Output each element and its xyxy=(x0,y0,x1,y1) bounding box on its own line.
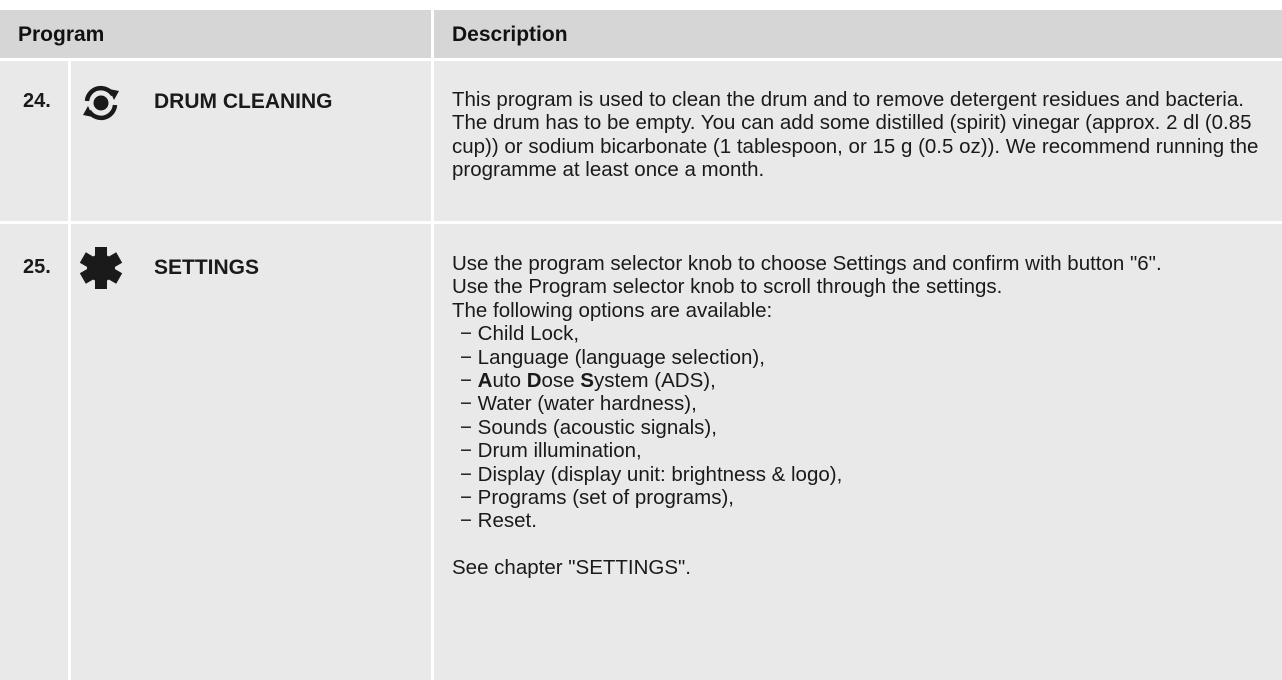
column-header-program: Program xyxy=(18,23,105,46)
program-table: Program Description 24. DRUM CLEANING Th… xyxy=(0,8,1282,680)
column-header-description: Description xyxy=(452,23,568,46)
ads-letter: D xyxy=(526,369,542,393)
option-item: Drum illumination, xyxy=(460,439,1274,462)
option-item: Child Lock, xyxy=(460,322,1274,345)
option-item: Programs (set of programs), xyxy=(460,486,1274,509)
program-number: 25. xyxy=(23,256,51,278)
program-name: SETTINGS xyxy=(154,256,260,279)
ads-text: uto xyxy=(492,369,527,393)
ads-text: ystem (ADS), xyxy=(593,369,716,393)
table-header: Program Description xyxy=(0,8,1282,60)
program-description: Use the program selector knob to choose … xyxy=(452,252,1274,579)
drum-cleaning-icon xyxy=(78,80,124,126)
option-item: Reset. xyxy=(460,509,1274,532)
description-line: Use the Program selector knob to scroll … xyxy=(452,275,1003,299)
row-divider xyxy=(0,221,1282,224)
ads-letter: S xyxy=(580,369,594,393)
option-item-ads: Auto Dose System (ADS), xyxy=(460,369,1274,392)
program-description: This program is used to clean the drum a… xyxy=(452,88,1259,182)
option-item: Language (language selection), xyxy=(460,346,1274,369)
description-line: Use the program selector knob to choose … xyxy=(452,252,1162,275)
program-name: DRUM CLEANING xyxy=(154,90,333,113)
header-divider xyxy=(0,58,1282,61)
see-chapter-note: See chapter "SETTINGS". xyxy=(452,555,692,579)
description-line: The following options are available: xyxy=(452,298,773,322)
gear-icon xyxy=(78,245,124,291)
column-divider xyxy=(431,8,434,680)
option-item: Display (display unit: brightness & logo… xyxy=(460,463,1274,486)
ads-text: ose xyxy=(541,369,581,393)
number-column-divider xyxy=(68,58,71,680)
option-item: Water (water hardness), xyxy=(460,392,1274,415)
program-number: 24. xyxy=(23,90,51,112)
ads-letter: A xyxy=(477,369,493,393)
option-item: Sounds (acoustic signals), xyxy=(460,416,1274,439)
settings-options-list: Child Lock, Language (language selection… xyxy=(452,322,1274,533)
